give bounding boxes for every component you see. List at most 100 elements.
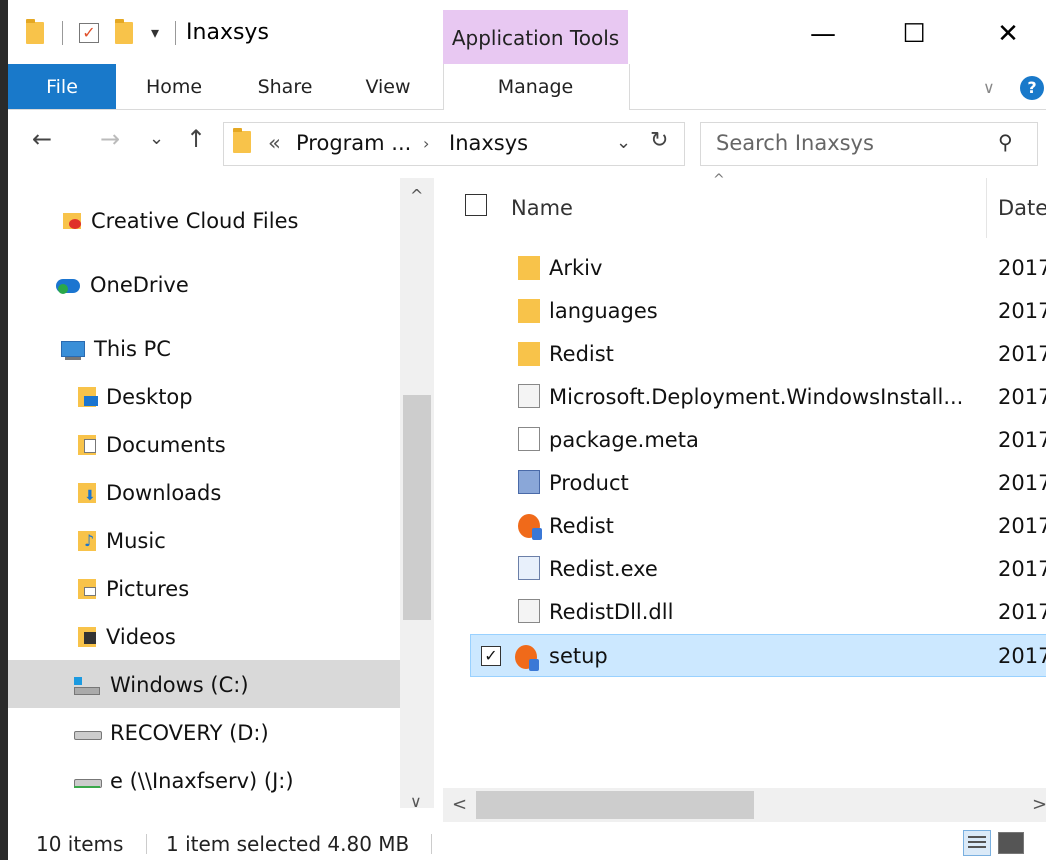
nav-item-windows-c[interactable]: Windows (C:) (72, 668, 249, 702)
downloads-folder-icon: ⬇ (78, 483, 98, 503)
nav-item-desktop[interactable]: Desktop (78, 380, 193, 414)
desktop-folder-icon (78, 387, 98, 407)
file-date: 2017 (998, 427, 1046, 452)
creative-cloud-folder-icon (63, 211, 83, 231)
file-date: 2017 (998, 599, 1046, 624)
drive-icon (72, 723, 102, 743)
nav-item-onedrive[interactable]: OneDrive (56, 268, 189, 302)
scroll-left-icon[interactable]: < (452, 794, 467, 815)
file-name: package.meta (549, 427, 699, 452)
scroll-up-icon[interactable]: ^ (410, 186, 423, 205)
nav-item-music[interactable]: ♪ Music (78, 524, 166, 558)
scroll-right-icon[interactable]: > (1032, 794, 1046, 815)
customize-toolbar-icon[interactable]: ▾ (151, 23, 159, 42)
up-arrow-icon[interactable]: ↑ (186, 125, 206, 153)
file-date: 2017 (998, 643, 1046, 668)
pictures-folder-icon (78, 579, 98, 599)
file-row-package-meta[interactable]: package.meta 2017 (470, 418, 1046, 461)
maximize-button[interactable]: ☐ (894, 14, 934, 54)
file-row-languages[interactable]: languages 2017 (470, 289, 1046, 332)
breadcrumb-inaxsys[interactable]: Inaxsys (449, 131, 528, 155)
nav-label: Downloads (106, 481, 222, 505)
nav-label: Pictures (106, 577, 190, 601)
breadcrumb-chevron-icon: › (423, 134, 430, 153)
status-bar (8, 826, 1046, 860)
file-list-scrollbar-thumb[interactable] (476, 791, 754, 819)
minimize-button[interactable]: — (803, 14, 843, 54)
close-button[interactable]: ✕ (988, 14, 1028, 54)
tab-file[interactable]: File (8, 64, 116, 109)
file-row-redistdll[interactable]: RedistDll.dll 2017 (470, 590, 1046, 633)
nav-item-videos[interactable]: Videos (78, 620, 176, 654)
nav-label: Desktop (106, 385, 193, 409)
nav-item-recovery-d[interactable]: RECOVERY (D:) (72, 716, 269, 750)
breadcrumb-overflow-icon[interactable]: « (268, 131, 281, 155)
dll-file-icon (518, 599, 540, 623)
file-row-product[interactable]: Product 2017 (470, 461, 1046, 504)
file-date: 2017 (998, 341, 1046, 366)
large-icons-view-icon[interactable] (998, 832, 1024, 854)
file-icon (518, 427, 540, 451)
nav-item-creative-cloud[interactable]: Creative Cloud Files (63, 204, 298, 238)
recent-locations-icon[interactable]: ⌄ (149, 128, 164, 149)
nav-scrollbar-thumb[interactable] (403, 395, 431, 620)
tab-manage[interactable]: Manage (443, 64, 628, 109)
separator (62, 20, 63, 45)
file-date: 2017 (998, 255, 1046, 280)
refresh-icon[interactable]: ↻ (650, 128, 668, 153)
file-row-setup[interactable]: ✓ setup 2017 (470, 634, 1046, 677)
file-row-redist-app[interactable]: Redist 2017 (470, 504, 1046, 547)
new-folder-icon[interactable] (115, 18, 133, 44)
help-icon[interactable]: ? (1020, 76, 1044, 100)
explorer-window: ✓ ▾ Inaxsys Application Tools — ☐ ✕ File… (8, 0, 1046, 860)
folder-icon[interactable] (26, 18, 44, 44)
nav-item-network-j[interactable]: e (\\Inaxfserv) (J:) (72, 764, 294, 798)
forward-arrow-icon[interactable]: → (100, 125, 120, 153)
details-view-icon[interactable] (963, 830, 991, 856)
setup-app-icon (518, 514, 542, 540)
expand-ribbon-icon[interactable]: ∨ (983, 78, 995, 97)
nav-item-this-pc[interactable]: This PC (60, 332, 171, 366)
nav-label: Windows (C:) (110, 673, 249, 697)
nav-item-downloads[interactable]: ⬇ Downloads (78, 476, 221, 510)
tab-home[interactable]: Home (136, 64, 212, 109)
separator (175, 20, 177, 45)
selection-info: 1 item selected 4.80 MB (166, 832, 410, 856)
breadcrumb-program[interactable]: Program ... (296, 131, 411, 155)
file-row-redist-folder[interactable]: Redist 2017 (470, 332, 1046, 375)
file-row-redist-exe[interactable]: Redist.exe 2017 (470, 547, 1046, 590)
item-count: 10 items (36, 832, 124, 856)
file-name: Product (549, 470, 629, 495)
tab-view[interactable]: View (358, 64, 418, 109)
tab-share[interactable]: Share (246, 64, 324, 109)
network-drive-icon (72, 771, 102, 791)
window-title: Inaxsys (186, 20, 269, 45)
column-divider (986, 178, 987, 238)
nav-item-pictures[interactable]: Pictures (78, 572, 189, 606)
address-dropdown-icon[interactable]: ⌄ (616, 132, 631, 153)
search-placeholder: Search Inaxsys (716, 131, 874, 155)
scroll-down-icon[interactable]: ∨ (410, 792, 422, 811)
row-checkbox[interactable]: ✓ (481, 645, 501, 666)
onedrive-icon (56, 275, 82, 295)
file-name: RedistDll.dll (549, 599, 674, 624)
nav-item-documents[interactable]: Documents (78, 428, 226, 462)
select-all-checkbox[interactable] (465, 194, 487, 216)
file-date: 2017 (998, 556, 1046, 581)
separator (431, 834, 432, 854)
column-header-name[interactable]: Name (511, 196, 573, 220)
file-row-microsoft-deployment[interactable]: Microsoft.Deployment.WindowsInstall... 2… (470, 375, 1046, 418)
file-date: 2017 (998, 384, 1046, 409)
application-tools-group: Application Tools (443, 10, 628, 64)
search-icon[interactable]: ⚲ (998, 130, 1013, 154)
properties-checkbox-icon[interactable]: ✓ (79, 22, 99, 43)
documents-folder-icon (78, 435, 98, 455)
file-name: Arkiv (549, 255, 603, 280)
file-date: 2017 (998, 513, 1046, 538)
back-arrow-icon[interactable]: ← (32, 125, 52, 153)
file-row-arkiv[interactable]: Arkiv 2017 (470, 246, 1046, 289)
nav-label: This PC (94, 337, 171, 361)
videos-folder-icon (78, 627, 98, 647)
column-header-date[interactable]: Date (998, 196, 1046, 220)
windows-drive-icon (72, 675, 102, 695)
